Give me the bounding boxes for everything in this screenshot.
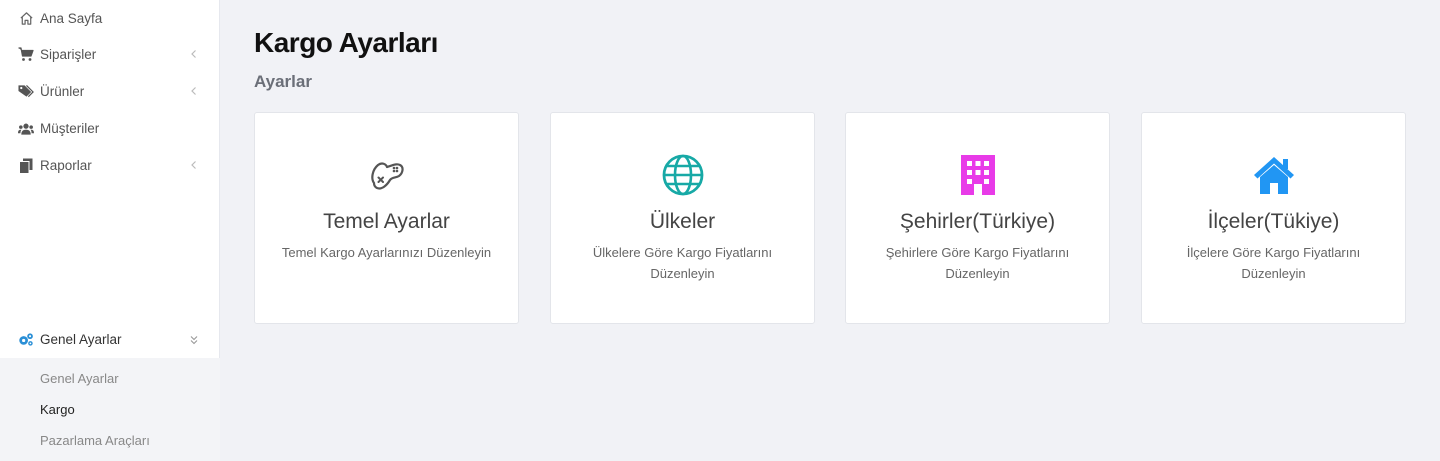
home-icon [1253,157,1294,194]
sidebar-item-ana-sayfa[interactable]: Ana Sayfa [0,0,220,37]
card-title: Temel Ayarlar [323,210,450,233]
main-content: Kargo Ayarları Ayarlar Temel Ayarlar Tem… [220,0,1440,461]
copy-icon [18,158,34,174]
submenu-item-kargo[interactable]: Kargo [40,402,75,417]
cart-icon [18,47,34,63]
double-chevron-down-icon [190,336,198,345]
card-title: Şehirler(Türkiye) [899,210,1056,233]
home-icon [18,11,34,27]
sidebar-item-label: Raporlar [40,158,92,173]
chevron-left-icon [191,161,196,169]
page-subtitle: Ayarlar [254,72,312,91]
card-sehirler[interactable]: Şehirler(Türkiye) Şehirlere Göre Kargo F… [845,112,1110,324]
sidebar-item-label: Ana Sayfa [40,11,103,26]
sidebar-item-label: Ürünler [40,84,85,99]
card-ulkeler[interactable]: Ülkeler Ülkelere Göre Kargo Fiyatlarını … [550,112,815,324]
globe-icon [662,154,703,196]
page-title: Kargo Ayarları [254,27,438,58]
submenu-item-genel-ayarlar[interactable]: Genel Ayarlar [40,371,119,386]
card-description: Ülkelere Göre Kargo Fiyatlarını Düzenley… [592,245,773,281]
card-description: İlçelere Göre Kargo Fiyatlarını Düzenley… [1186,245,1361,281]
card-title: İlçeler(Tükiye) [1207,210,1340,233]
chevron-left-icon [191,87,196,95]
sidebar-item-urunler[interactable]: Ürünler [0,73,220,110]
sidebar-item-musteriler[interactable]: Müşteriler [0,110,220,147]
sidebar-item-raporlar[interactable]: Raporlar [0,147,220,184]
card-ilceler[interactable]: İlçeler(Tükiye) İlçelere Göre Kargo Fiya… [1141,112,1406,324]
sidebar-item-label: Müşteriler [40,121,100,136]
building-icon [960,155,995,195]
card-title: Ülkeler [649,210,716,233]
sidebar-item-label: Genel Ayarlar [40,332,122,347]
tags-icon [18,84,34,100]
card-description: Temel Kargo Ayarlarınızı Düzenleyin [281,245,492,260]
sidebar-item-siparisler[interactable]: Siparişler [0,36,220,73]
sidebar-item-genel-ayarlar[interactable]: Genel Ayarlar [0,321,220,358]
sidebar: Ana Sayfa Siparişler Ürünler Müşteriler … [0,0,220,461]
card-description: Şehirlere Göre Kargo Fiyatlarını Düzenle… [885,245,1070,281]
sidebar-submenu: Genel Ayarlar Kargo Pazarlama Araçları [0,358,220,461]
card-temel-ayarlar[interactable]: Temel Ayarlar Temel Kargo Ayarlarınızı D… [254,112,519,324]
gamepad-icon [370,162,404,190]
users-icon [18,121,34,137]
chevron-left-icon [191,50,196,58]
sidebar-item-label: Siparişler [40,47,97,62]
cogs-icon [18,332,34,348]
submenu-item-pazarlama-araclari[interactable]: Pazarlama Araçları [40,433,150,448]
